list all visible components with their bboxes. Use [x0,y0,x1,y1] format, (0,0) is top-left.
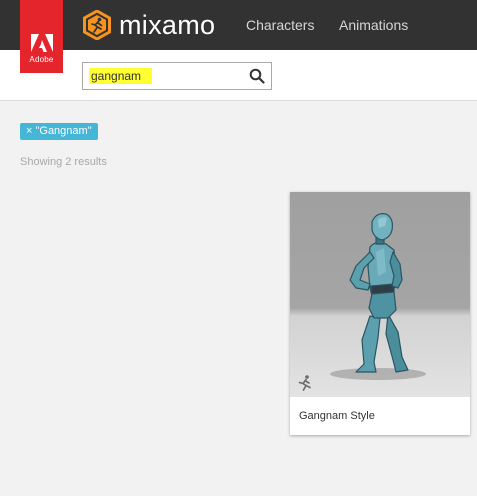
adobe-logo-label: Adobe [29,55,54,64]
animation-card[interactable]: Gangnam Style [290,192,470,435]
running-figure-icon [298,375,311,391]
nav-characters[interactable]: Characters [246,17,314,33]
brand-name: mixamo [119,10,216,40]
mixamo-logo[interactable]: mixamo [82,9,215,41]
search-input[interactable] [89,68,239,84]
mixamo-hexagon-icon [83,10,111,40]
search-icon[interactable] [249,68,265,84]
search-box[interactable] [82,62,272,90]
character-figure [330,213,426,380]
search-filter-tag[interactable]: × "Gangnam" [20,123,98,140]
adobe-mark-icon [30,34,53,52]
animation-thumbnail [290,192,470,397]
animation-card-title: Gangnam Style [299,410,375,422]
results-count: Showing 2 results [20,156,107,168]
nav-animations[interactable]: Animations [339,17,408,33]
adobe-logo[interactable]: Adobe [20,0,63,73]
